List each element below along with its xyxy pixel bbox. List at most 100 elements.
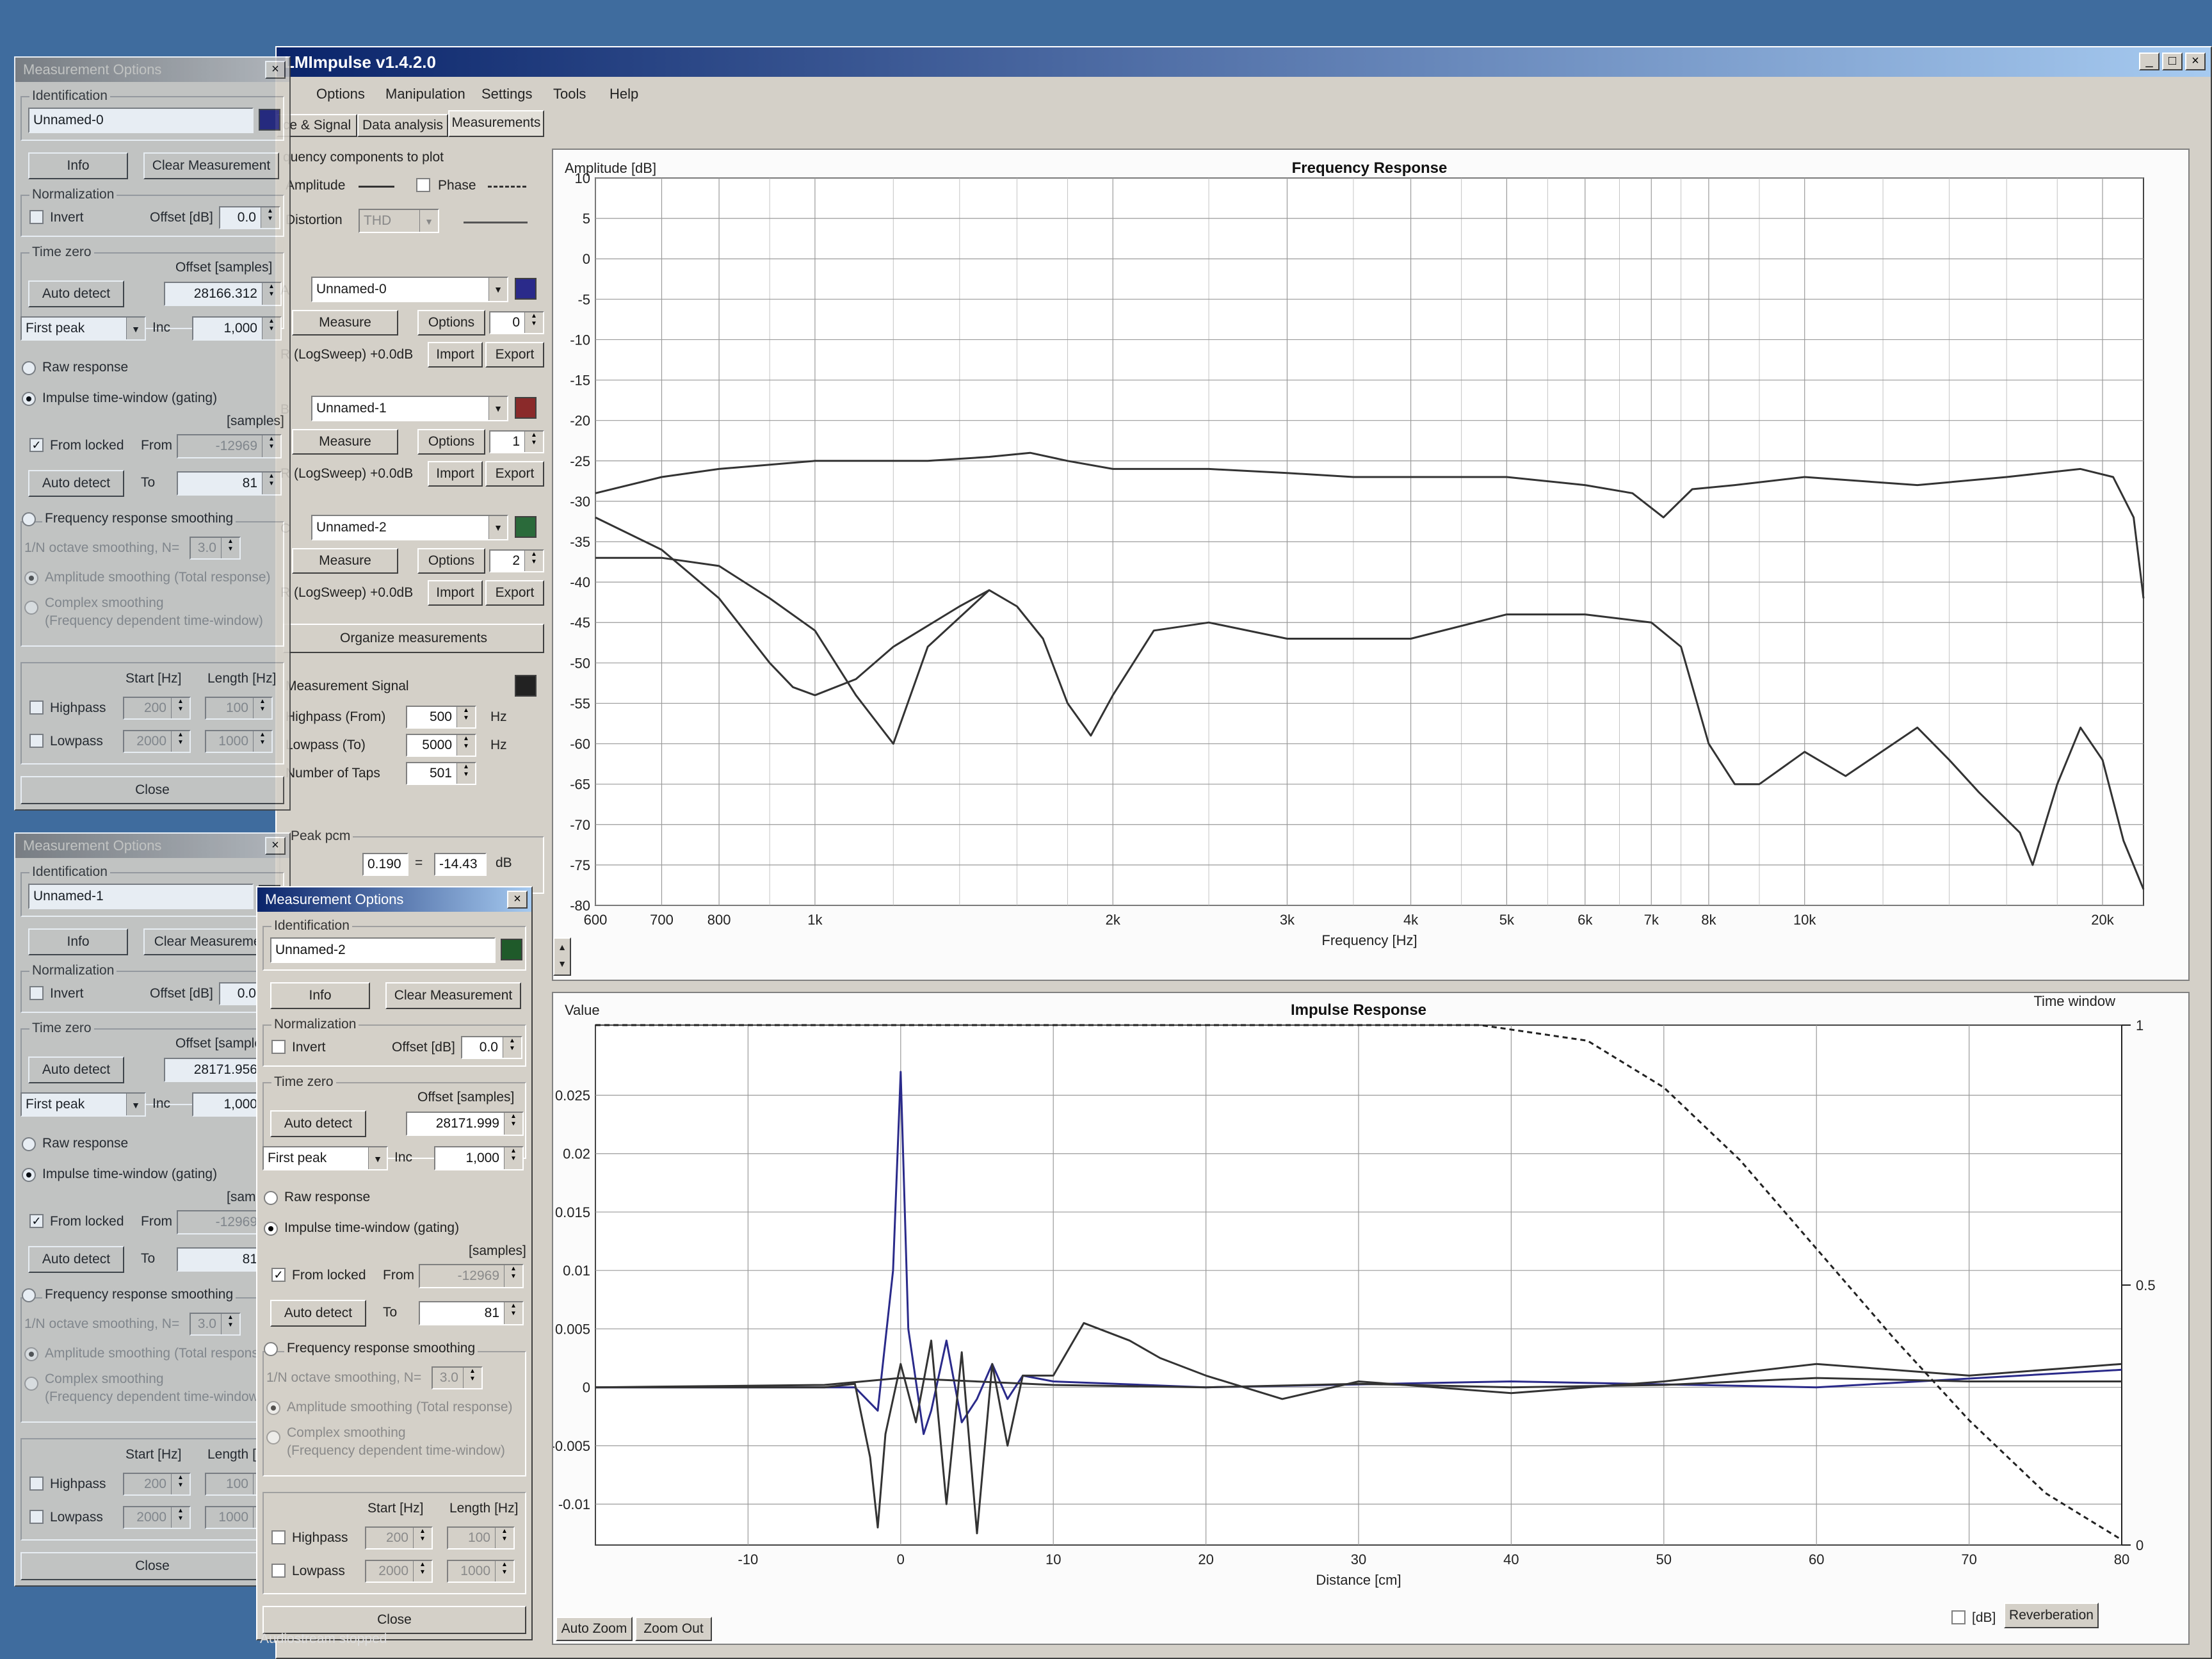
offset-samples-input[interactable]: 28171.999 ▲ ▼ bbox=[406, 1112, 524, 1136]
import-button[interactable]: Import bbox=[428, 461, 483, 487]
spin-icon[interactable]: ▲▼ bbox=[456, 735, 475, 756]
spin-icon[interactable]: ▲▼ bbox=[262, 473, 280, 494]
spin-icon[interactable]: ▲▼ bbox=[171, 731, 190, 752]
slot-color-swatch[interactable] bbox=[515, 397, 537, 419]
spin-icon[interactable]: ▲▼ bbox=[261, 207, 279, 228]
first-peak-select[interactable]: First peak ▼ bbox=[20, 316, 146, 341]
gating-radio[interactable] bbox=[22, 1168, 36, 1182]
lowpass-start-input[interactable]: 2000 ▲ ▼ bbox=[123, 730, 191, 753]
measure-button[interactable]: Measure bbox=[292, 310, 398, 336]
slot-options-button[interactable]: Options bbox=[417, 310, 485, 336]
menu-manipulation[interactable]: Manipulation bbox=[385, 86, 465, 102]
spin-icon[interactable]: ▲▼ bbox=[262, 435, 280, 457]
first-peak-select[interactable]: First peak ▼ bbox=[262, 1146, 388, 1170]
phase-checkbox[interactable] bbox=[416, 178, 430, 192]
inc-input[interactable]: 1,000 ▲▼ bbox=[192, 316, 282, 341]
raw-response-radio[interactable] bbox=[264, 1191, 278, 1205]
spin-icon[interactable]: ▲▼ bbox=[413, 1561, 432, 1582]
raw-response-radio[interactable] bbox=[22, 1137, 36, 1151]
frequency-response-chart[interactable]: 600 700 800 1k 2k 3k 4k 5k 6k 7k 8k 10k 20k1050-5-10… bbox=[553, 150, 2188, 980]
db-checkbox[interactable] bbox=[1951, 1610, 1966, 1624]
close-icon[interactable]: × bbox=[265, 61, 286, 79]
slot-color-swatch[interactable] bbox=[515, 516, 537, 538]
lowpass-to-input[interactable]: 5000 ▲ ▼ bbox=[406, 734, 476, 757]
close-icon[interactable]: × bbox=[507, 891, 528, 909]
splitter-arrows-icon[interactable]: ▲ ▼ bbox=[553, 937, 571, 976]
impulse-response-chart[interactable]: -10 0 10 20 30 40 50 60 70 800.0250.020.0150.010.… bbox=[553, 993, 2188, 1644]
slot-options-button[interactable]: Options bbox=[417, 429, 485, 455]
complex-smoothing-radio[interactable] bbox=[24, 601, 38, 615]
dialog-title-bar[interactable]: Measurement Options bbox=[15, 834, 289, 858]
lowpass-checkbox[interactable] bbox=[271, 1564, 286, 1578]
highpass-start-input[interactable]: 200 ▲ ▼ bbox=[123, 697, 191, 720]
spin-icon[interactable]: ▲▼ bbox=[463, 1368, 481, 1388]
octave-input[interactable]: 3.0 ▲ ▼ bbox=[190, 1313, 241, 1336]
close-icon[interactable]: × bbox=[265, 837, 286, 855]
close-icon[interactable]: × bbox=[2185, 53, 2206, 70]
complex-smoothing-radio[interactable] bbox=[266, 1430, 280, 1445]
amplitude-smoothing-radio[interactable] bbox=[266, 1401, 280, 1415]
measure-button[interactable]: Measure bbox=[292, 548, 398, 574]
measure-button[interactable]: Measure bbox=[292, 429, 398, 455]
slot-color-swatch[interactable] bbox=[515, 278, 537, 300]
octave-input[interactable]: 3.0 ▲ ▼ bbox=[432, 1366, 483, 1389]
lowpass-length-input[interactable]: 1000 ▲▼ bbox=[205, 730, 273, 753]
gating-auto-detect-button[interactable]: Auto detect bbox=[28, 470, 124, 497]
dialog-title-bar[interactable]: Measurement Options bbox=[257, 887, 531, 912]
amplitude-smoothing-radio[interactable] bbox=[24, 1347, 38, 1361]
import-button[interactable]: Import bbox=[428, 580, 483, 606]
highpass-length-input[interactable]: 100 ▲▼ bbox=[447, 1526, 515, 1550]
smoothing-radio[interactable] bbox=[22, 512, 36, 526]
spin-icon[interactable]: ▲▼ bbox=[253, 698, 271, 718]
spin-icon[interactable]: ▲▼ bbox=[524, 312, 543, 333]
invert-checkbox[interactable] bbox=[271, 1040, 286, 1054]
main-title-bar[interactable]: LMImpulse v1.4.2.0 bbox=[277, 47, 2211, 77]
lowpass-start-input[interactable]: 2000 ▲ ▼ bbox=[365, 1560, 433, 1583]
to-input[interactable]: 81 ▲▼ bbox=[419, 1301, 524, 1325]
invert-checkbox[interactable] bbox=[29, 986, 44, 1000]
slot-select[interactable]: Unnamed-0 ▼ bbox=[311, 277, 508, 302]
identification-input[interactable]: Unnamed-1 bbox=[28, 884, 254, 909]
from-locked-checkbox[interactable]: ✓ bbox=[29, 1214, 44, 1228]
spin-icon[interactable]: ▲▼ bbox=[221, 1314, 239, 1334]
signal-color-swatch[interactable] bbox=[515, 675, 537, 697]
offset-db-input[interactable]: 0.0 ▲▼ bbox=[219, 206, 280, 229]
maximize-icon[interactable]: □ bbox=[2162, 53, 2183, 70]
identification-input[interactable]: Unnamed-0 bbox=[28, 108, 254, 133]
auto-detect-button[interactable]: Auto detect bbox=[28, 1056, 124, 1083]
slot-options-button[interactable]: Options bbox=[417, 548, 485, 574]
lowpass-length-input[interactable]: 1000 ▲▼ bbox=[447, 1560, 515, 1583]
spin-icon[interactable]: ▲▼ bbox=[504, 1113, 522, 1135]
menu-options[interactable]: Options bbox=[316, 86, 365, 102]
spin-icon[interactable]: ▲▼ bbox=[262, 318, 280, 339]
export-button[interactable]: Export bbox=[485, 461, 544, 487]
export-button[interactable]: Export bbox=[485, 580, 544, 606]
tab-data-analysis[interactable]: Data analysis bbox=[357, 114, 448, 137]
auto-zoom-button[interactable]: Auto Zoom bbox=[556, 1617, 633, 1641]
minimize-icon[interactable]: _ bbox=[2139, 53, 2160, 70]
menu-tools[interactable]: Tools bbox=[553, 86, 586, 102]
taps-input[interactable]: 501 ▲ ▼ bbox=[406, 762, 476, 785]
dialog-close-button[interactable]: Close bbox=[20, 776, 284, 804]
spin-icon[interactable]: ▲▼ bbox=[504, 1302, 522, 1324]
spin-icon[interactable]: ▲▼ bbox=[503, 1037, 521, 1058]
auto-detect-button[interactable]: Auto detect bbox=[28, 280, 124, 307]
impulse-response-plot[interactable]: -10 0 10 20 30 40 50 60 70 80 0.025 0.02 0.015 0.01 0.… bbox=[552, 992, 2190, 1645]
spin-icon[interactable]: ▲▼ bbox=[413, 1528, 432, 1548]
dialog-title-bar[interactable]: Measurement Options bbox=[15, 58, 289, 82]
invert-checkbox[interactable] bbox=[29, 210, 44, 224]
slot-index-input[interactable]: 1 ▲ ▼ bbox=[489, 430, 544, 453]
from-input[interactable]: -12969 ▲▼ bbox=[419, 1264, 524, 1288]
clear-measurement-button[interactable]: Clear Measurement bbox=[143, 152, 279, 179]
gating-radio[interactable] bbox=[22, 392, 36, 406]
highpass-start-input[interactable]: 200 ▲ ▼ bbox=[365, 1526, 433, 1550]
export-button[interactable]: Export bbox=[485, 342, 544, 368]
highpass-checkbox[interactable] bbox=[271, 1530, 286, 1544]
offset-samples-input[interactable]: 28166.312 ▲ ▼ bbox=[164, 282, 282, 306]
spin-icon[interactable]: ▲▼ bbox=[262, 283, 280, 305]
spin-icon[interactable]: ▲▼ bbox=[495, 1528, 513, 1548]
raw-response-radio[interactable] bbox=[22, 361, 36, 375]
info-button[interactable]: Info bbox=[28, 152, 128, 179]
smoothing-radio[interactable] bbox=[264, 1342, 278, 1356]
offset-db-input[interactable]: 0.0 ▲▼ bbox=[461, 1036, 522, 1059]
